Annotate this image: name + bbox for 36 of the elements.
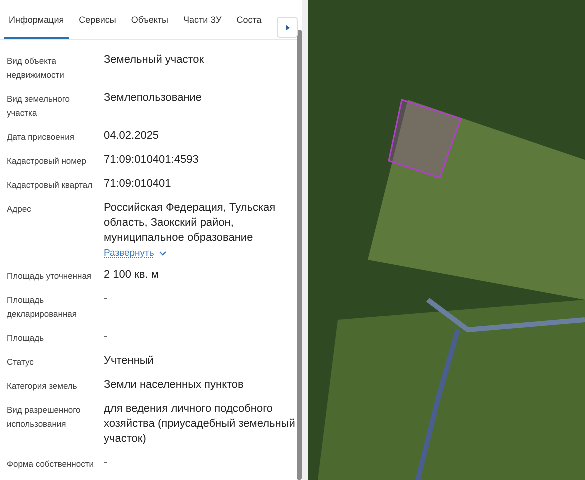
field-value: Российская Федерация, Тульская область, Заокский район, муниципальное образование bbox=[104, 201, 277, 246]
field-value: 04.02.2025 bbox=[104, 129, 160, 144]
field-label: Адрес bbox=[7, 203, 32, 216]
field-label: Кадастровый квартал bbox=[7, 179, 94, 192]
field-label: Вид земельного участка bbox=[7, 93, 72, 120]
tab[interactable]: Части ЗУ bbox=[178, 2, 227, 39]
tab[interactable]: Соста bbox=[232, 2, 267, 39]
field-value: Земли населенных пунктов bbox=[104, 378, 245, 393]
tab[interactable]: Информация bbox=[4, 2, 70, 39]
field-value: - bbox=[104, 330, 109, 345]
field-value: для ведения личного подсобного хозяйства (приусадебный земельный участок) bbox=[104, 402, 296, 447]
field-value: Землепользование bbox=[104, 91, 204, 106]
scrollbar-thumb[interactable] bbox=[297, 30, 302, 480]
field-value: - bbox=[104, 292, 109, 307]
field-value: Земельный участок bbox=[104, 53, 206, 68]
tab[interactable]: Объекты bbox=[126, 2, 174, 39]
field-label: Площадь уточненная bbox=[7, 270, 93, 283]
field-label: Площадь bbox=[7, 332, 46, 345]
field-value: - bbox=[104, 456, 109, 471]
field-label: Площадь декларированная bbox=[7, 294, 78, 321]
field-label: Дата присвоения bbox=[7, 131, 76, 144]
field-label: Кадастровый номер bbox=[7, 155, 88, 168]
field-value: 2 100 кв. м bbox=[104, 268, 160, 283]
expand-link[interactable]: Развернуть bbox=[104, 248, 154, 259]
chevron-down-icon[interactable] bbox=[159, 251, 168, 256]
field-label: Вид разрешенного использования bbox=[7, 404, 82, 431]
tab-scroll-button[interactable] bbox=[277, 17, 298, 38]
triangle-right-icon bbox=[284, 24, 290, 30]
field-value: 71:09:010401 bbox=[104, 177, 172, 192]
field-value: Учтенный bbox=[104, 354, 155, 369]
tab[interactable]: Сервисы bbox=[74, 2, 122, 39]
field-value: 71:09:010401:4593 bbox=[104, 153, 200, 168]
field-label: Статус bbox=[7, 356, 35, 369]
field-label: Вид объекта недвижимости bbox=[7, 55, 66, 82]
field-label: Форма собственности bbox=[7, 458, 95, 471]
field-label: Категория земель bbox=[7, 380, 78, 393]
